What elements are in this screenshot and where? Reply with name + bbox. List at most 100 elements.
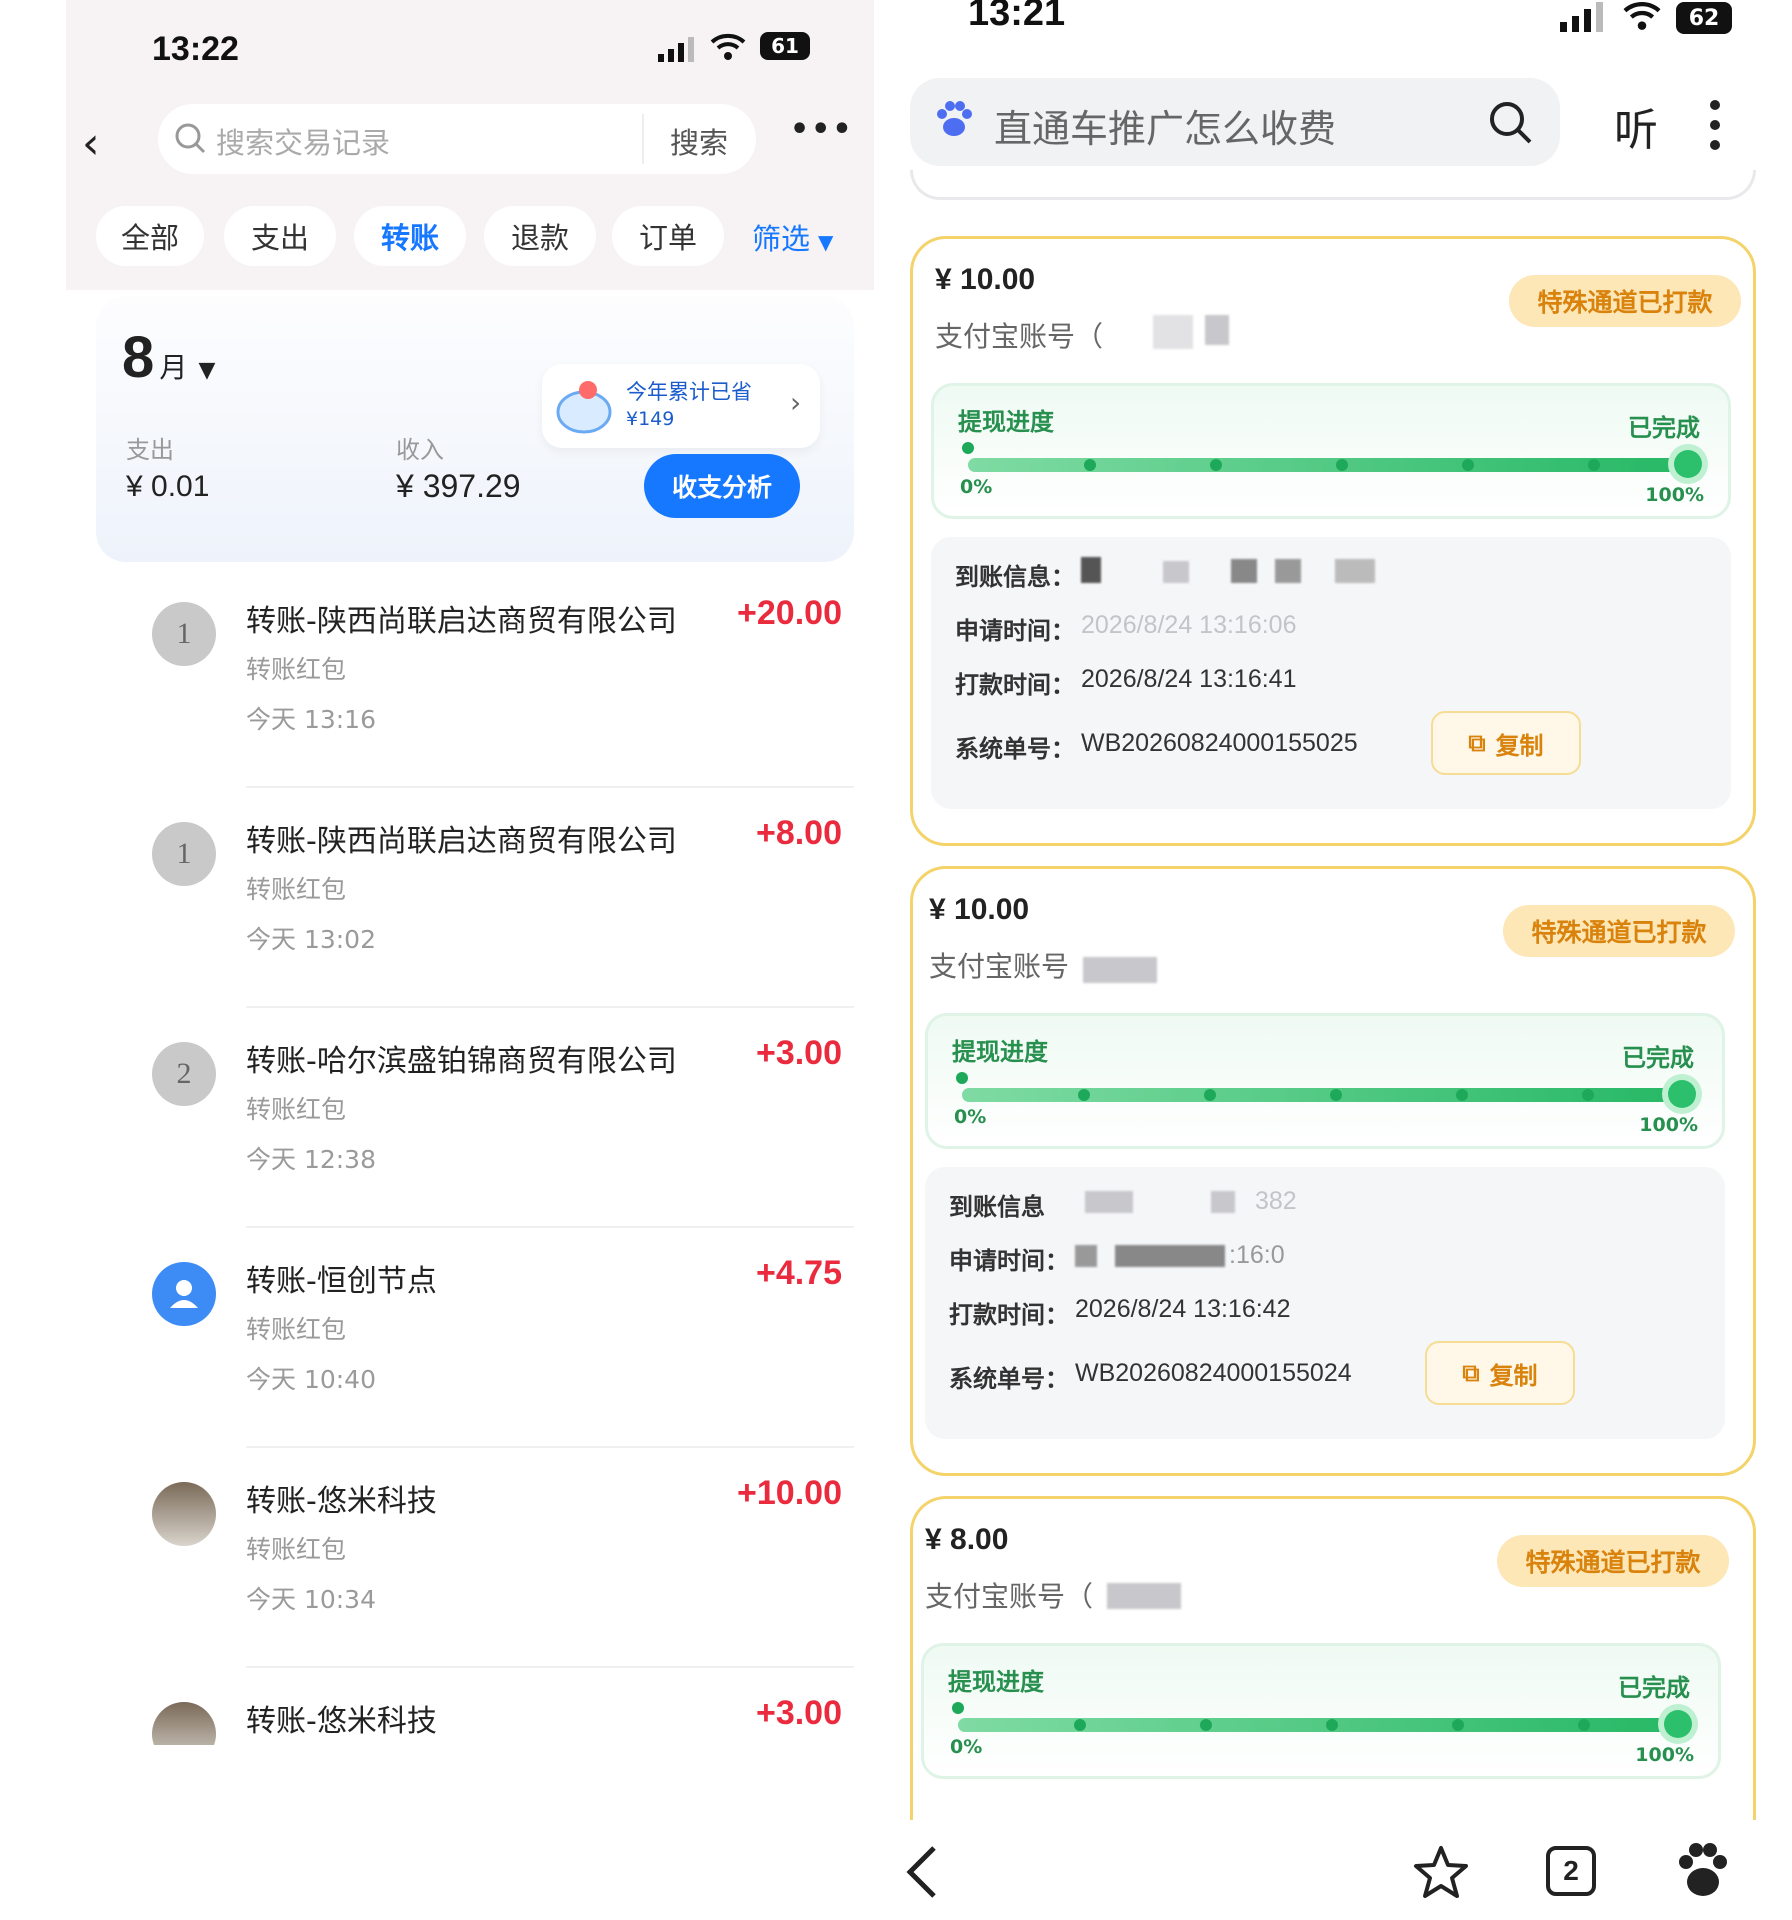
copy-label: 复制: [1495, 731, 1544, 760]
progress-end-dot: [1668, 1080, 1696, 1108]
avatar: 1: [152, 822, 216, 886]
expense-value: ¥ 0.01: [126, 470, 210, 503]
user-avatar-icon: [152, 1262, 216, 1326]
search-input[interactable]: 直通车推广怎么收费: [994, 98, 1336, 153]
star-icon[interactable]: [1412, 1844, 1470, 1904]
progress-done: 已完成: [1618, 1674, 1690, 1702]
progress-title: 提现进度: [958, 408, 1054, 436]
progress-bar: [968, 458, 1690, 472]
search-input[interactable]: 搜索交易记录: [216, 120, 390, 162]
progress-done: 已完成: [1628, 414, 1700, 442]
status-time: 13:21: [968, 0, 1066, 34]
photo-avatar: [152, 1482, 216, 1546]
filter-label: 筛选: [752, 222, 811, 256]
transaction-subtitle: 转账红包: [246, 655, 347, 684]
transaction-amount: +20.00: [737, 594, 842, 632]
transaction-time: 今天 13:16: [246, 705, 376, 734]
transaction-amount: +8.00: [755, 814, 842, 852]
redacted-info: [1335, 559, 1375, 583]
transaction-item[interactable]: 转账-悠米科技 +3.00: [96, 1668, 854, 1745]
back-icon[interactable]: ‹: [82, 118, 100, 169]
progress-end-dot: [1664, 1710, 1692, 1738]
account-label: 支付宝账号: [929, 950, 1070, 983]
tab-expense[interactable]: 支出: [224, 206, 336, 266]
order-no-label: 系统单号：: [955, 735, 1075, 763]
more-vertical-icon[interactable]: [1708, 98, 1722, 156]
transaction-subtitle: 转账红包: [246, 1315, 347, 1344]
redacted-info: [1231, 559, 1257, 583]
month-selector[interactable]: 8 月 ▼: [122, 324, 215, 391]
tab-all[interactable]: 全部: [96, 206, 204, 266]
progress-box: 提现进度 已完成 0% 100%: [921, 1643, 1721, 1779]
progress-dot: [1210, 459, 1222, 471]
progress-dot: [1588, 459, 1600, 471]
transaction-time: 今天 13:02: [246, 925, 376, 954]
transaction-item[interactable]: 2 转账-哈尔滨盛铂锦商贸有限公司 转账红包 今天 12:38 +3.00: [96, 1008, 854, 1228]
progress-dot: [1456, 1089, 1468, 1101]
tabs-count-icon[interactable]: 2: [1546, 1846, 1596, 1896]
redacted-info: [1075, 1245, 1097, 1267]
progress-start-dot: [962, 442, 974, 454]
more-icon[interactable]: •••: [790, 112, 854, 147]
progress-dot: [1084, 459, 1096, 471]
transaction-title: 转账-陕西尚联启达商贸有限公司: [246, 824, 677, 859]
redacted-info: [1085, 1191, 1133, 1213]
transaction-amount: +3.00: [755, 1034, 842, 1072]
progress-end-label: 100%: [1639, 1114, 1698, 1136]
apply-time-value: :16:0: [1229, 1241, 1285, 1269]
baidu-paw-icon[interactable]: [1676, 1842, 1728, 1904]
transaction-title: 转账-陕西尚联启达商贸有限公司: [246, 604, 677, 639]
previous-card-edge: [910, 170, 1756, 200]
transaction-amount: +4.75: [755, 1254, 842, 1292]
progress-bar: [958, 1718, 1680, 1732]
progress-title: 提现进度: [952, 1038, 1048, 1066]
transaction-item[interactable]: 转账-悠米科技 转账红包 今天 10:34 +10.00: [96, 1448, 854, 1668]
withdraw-amount: ¥ 10.00: [935, 263, 1036, 296]
transaction-amount: +3.00: [755, 1694, 842, 1732]
redacted-info: [1163, 561, 1189, 583]
transaction-time: 今天 10:34: [246, 1585, 376, 1614]
search-divider: [642, 114, 644, 164]
copy-button[interactable]: ⧉ 复制: [1425, 1341, 1575, 1405]
info-box: 到账信息： 申请时间： 2026/8/24 13:16:06 打款时间： 202…: [931, 537, 1731, 809]
search-button[interactable]: 搜索: [670, 120, 728, 162]
progress-box: 提现进度 已完成 0% 100%: [931, 383, 1731, 519]
tab-refund[interactable]: 退款: [484, 206, 596, 266]
left-phone-screen: 13:22 61 ‹ 搜索交易记录 搜索 ••• 全部 支出 转账 退款 订单 …: [66, 0, 874, 1745]
progress-box: 提现进度 已完成 0% 100%: [925, 1013, 1725, 1149]
month-summary: 8 月 ▼ 支出 ¥ 0.01 收入 ¥ 397.29 今年累计已省 ¥149 …: [96, 296, 854, 562]
bottom-nav: 2: [900, 1820, 1756, 1920]
progress-end-dot: [1674, 450, 1702, 478]
progress-dot: [1204, 1089, 1216, 1101]
search-box[interactable]: 直通车推广怎么收费: [910, 78, 1560, 166]
listen-button[interactable]: 听: [1614, 94, 1658, 158]
apply-time-label: 申请时间：: [949, 1247, 1069, 1275]
analysis-button[interactable]: 收支分析: [644, 454, 800, 518]
redacted-account: [1083, 957, 1157, 983]
progress-dot: [1462, 459, 1474, 471]
progress-dot: [1578, 1719, 1590, 1731]
tab-transfer[interactable]: 转账: [354, 206, 466, 266]
search-icon[interactable]: [1488, 100, 1534, 150]
right-phone-screen: 13:21 62 直通车推广怎么收费 听 ¥ 10.00 支付宝账号（ 特殊通道…: [900, 0, 1756, 1920]
filter-button[interactable]: 筛选 ▼: [752, 216, 833, 258]
withdraw-amount: ¥ 10.00: [929, 893, 1030, 926]
transaction-item[interactable]: 转账-恒创节点 转账红包 今天 10:40 +4.75: [96, 1228, 854, 1448]
withdrawal-card: ¥ 8.00 支付宝账号（ 特殊通道已打款 提现进度 已完成 0% 100%: [910, 1496, 1756, 1826]
progress-dot: [1336, 459, 1348, 471]
redacted-info: [1081, 557, 1101, 583]
transaction-item[interactable]: 1 转账-陕西尚联启达商贸有限公司 转账红包 今天 13:16 +20.00: [96, 568, 854, 788]
transaction-time: 今天 10:40: [246, 1365, 376, 1394]
transaction-item[interactable]: 1 转账-陕西尚联启达商贸有限公司 转账红包 今天 13:02 +8.00: [96, 788, 854, 1008]
savings-card[interactable]: 今年累计已省 ¥149 ›: [542, 364, 820, 448]
redacted-info: [1211, 1191, 1235, 1213]
search-box[interactable]: 搜索交易记录 搜索: [158, 104, 756, 174]
piggy-bank-icon: [554, 376, 616, 440]
wifi-icon: [1622, 0, 1662, 36]
redacted-account: [1205, 315, 1229, 345]
progress-start-dot: [952, 1702, 964, 1714]
status-badge: 特殊通道已打款: [1503, 905, 1735, 957]
tab-orders[interactable]: 订单: [612, 206, 724, 266]
copy-button[interactable]: ⧉ 复制: [1431, 711, 1581, 775]
back-icon[interactable]: [904, 1844, 940, 1904]
